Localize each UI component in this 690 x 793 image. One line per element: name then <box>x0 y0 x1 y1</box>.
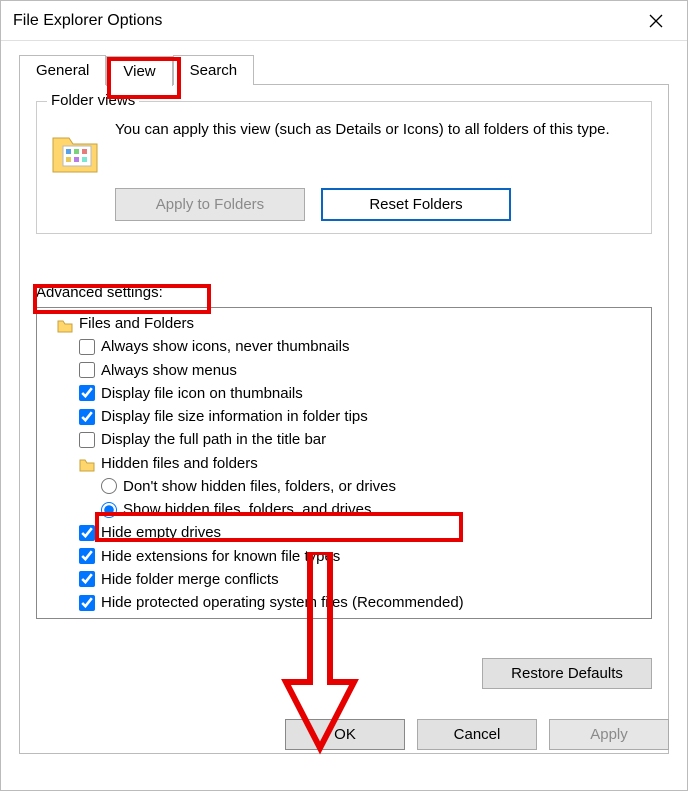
tree-label: Display file size information in folder … <box>101 405 368 428</box>
tree-item[interactable]: Hide folder merge conflicts <box>57 568 647 591</box>
checkbox[interactable] <box>79 571 95 587</box>
checkbox[interactable] <box>79 362 95 378</box>
checkbox[interactable] <box>79 339 95 355</box>
folder-icon <box>79 456 95 470</box>
folder-views-description: You can apply this view (such as Details… <box>115 120 610 140</box>
tree-radio-show-hidden[interactable]: Show hidden files, folders, and drives <box>57 498 647 521</box>
tree-item[interactable]: Display the full path in the title bar <box>57 428 647 451</box>
tree-group-hidden: Hidden files and folders <box>57 452 647 475</box>
apply-to-folders-button[interactable]: Apply to Folders <box>115 188 305 221</box>
advanced-settings-label: Advanced settings: <box>36 284 163 301</box>
tab-panel-view: Folder views You can apply this view (su… <box>19 84 669 754</box>
tree-label: Hide protected operating system files (R… <box>101 591 464 614</box>
tree-item[interactable]: Display file size information in folder … <box>57 405 647 428</box>
advanced-settings-tree[interactable]: Files and Folders Always show icons, nev… <box>36 307 652 619</box>
restore-defaults-button[interactable]: Restore Defaults <box>482 658 652 689</box>
tree-item[interactable]: Hide empty drives <box>57 521 647 544</box>
reset-folders-button[interactable]: Reset Folders <box>321 188 511 221</box>
dialog-window: File Explorer Options General View Searc… <box>0 0 688 791</box>
checkbox[interactable] <box>79 595 95 611</box>
tree-label: Display the full path in the title bar <box>101 428 326 451</box>
tree-label: Always show menus <box>101 359 237 382</box>
folder-icon <box>49 126 101 178</box>
folder-views-label: Folder views <box>47 92 139 109</box>
radio[interactable] <box>101 502 117 518</box>
cancel-button[interactable]: Cancel <box>417 719 537 750</box>
titlebar: File Explorer Options <box>1 1 687 41</box>
tree-item[interactable]: Hide extensions for known file types <box>57 545 647 568</box>
content-area: General View Search Folder views Y <box>1 41 687 764</box>
tree-label: Hide folder merge conflicts <box>101 568 279 591</box>
tree-label: Always show icons, never thumbnails <box>101 335 349 358</box>
tree-item[interactable]: Always show icons, never thumbnails <box>57 335 647 358</box>
window-title: File Explorer Options <box>13 12 162 30</box>
tree-label: Hidden files and folders <box>101 452 258 475</box>
checkbox[interactable] <box>79 409 95 425</box>
dialog-button-row: OK Cancel Apply <box>285 719 669 750</box>
tree-label: Don't show hidden files, folders, or dri… <box>123 475 396 498</box>
tree-label: Files and Folders <box>79 312 194 335</box>
folder-icon <box>57 317 73 331</box>
tree-radio-dont-show[interactable]: Don't show hidden files, folders, or dri… <box>57 475 647 498</box>
apply-button[interactable]: Apply <box>549 719 669 750</box>
checkbox[interactable] <box>79 525 95 541</box>
tab-search[interactable]: Search <box>173 55 255 85</box>
tree-label: Show hidden files, folders, and drives <box>123 498 371 521</box>
tree-item[interactable]: Hide protected operating system files (R… <box>57 591 647 614</box>
checkbox[interactable] <box>79 432 95 448</box>
tree-item[interactable]: Always show menus <box>57 359 647 382</box>
folder-views-group: Folder views You can apply this view (su… <box>36 101 652 234</box>
tree-label: Hide empty drives <box>101 521 221 544</box>
tab-view[interactable]: View <box>106 56 172 86</box>
close-button[interactable] <box>633 6 679 36</box>
tree-label: Hide extensions for known file types <box>101 545 340 568</box>
radio[interactable] <box>101 478 117 494</box>
tree-item[interactable]: Display file icon on thumbnails <box>57 382 647 405</box>
tab-strip: General View Search <box>19 55 669 85</box>
checkbox[interactable] <box>79 385 95 401</box>
close-icon <box>649 14 663 28</box>
checkbox[interactable] <box>79 548 95 564</box>
tree-label: Display file icon on thumbnails <box>101 382 303 405</box>
tab-general[interactable]: General <box>19 55 106 85</box>
ok-button[interactable]: OK <box>285 719 405 750</box>
tree-root-files-folders: Files and Folders <box>57 312 647 335</box>
